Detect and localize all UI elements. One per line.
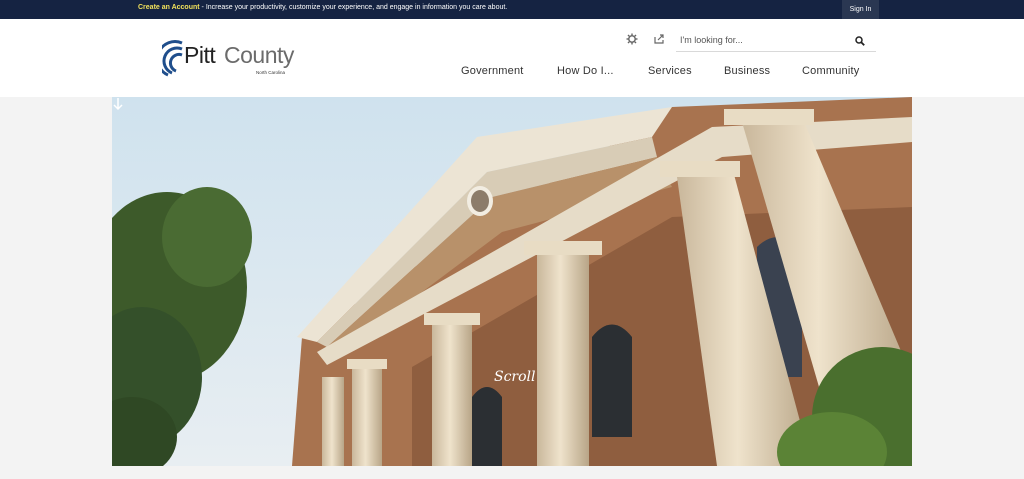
account-message-text: - Increase your productivity, customize … <box>199 4 508 11</box>
account-message: Create an Account - Increase your produc… <box>138 4 507 11</box>
courthouse-photo <box>112 97 912 466</box>
nav-community[interactable]: Community <box>802 65 859 77</box>
site-logo[interactable]: Pitt County North Carolina <box>162 39 307 81</box>
logo-word-pitt: Pitt <box>184 42 216 68</box>
share-icon[interactable] <box>653 33 665 45</box>
nav-business[interactable]: Business <box>724 65 770 77</box>
logo-word-county: County <box>224 42 294 68</box>
create-account-link[interactable]: Create an Account <box>138 4 200 11</box>
search-input[interactable] <box>680 33 850 47</box>
hero-banner: Scroll <box>112 97 912 466</box>
nav-how-do-i[interactable]: How Do I... <box>557 65 614 77</box>
gear-icon[interactable] <box>626 33 638 45</box>
top-bar: Create an Account - Increase your produc… <box>0 0 1024 19</box>
logo-swoosh-icon <box>162 40 183 77</box>
site-header: Pitt County North Carolina Government Ho… <box>0 19 1024 97</box>
sign-in-button[interactable]: Sign In <box>842 0 879 19</box>
search-icon[interactable] <box>855 36 865 46</box>
search-bar <box>676 30 876 52</box>
nav-services[interactable]: Services <box>648 65 692 77</box>
logo-subtitle: North Carolina <box>256 70 286 75</box>
nav-government[interactable]: Government <box>461 65 524 77</box>
arrow-down-icon[interactable] <box>112 97 124 111</box>
scroll-label[interactable]: Scroll <box>494 369 536 385</box>
